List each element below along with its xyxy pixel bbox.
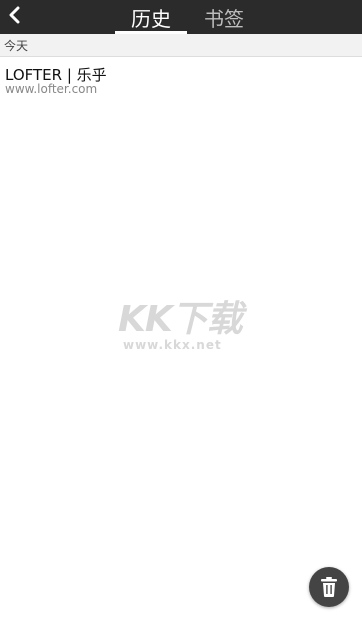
section-header-label: 今天	[4, 39, 29, 53]
trash-icon	[321, 577, 337, 597]
tab-bookmarks-label: 书签	[204, 6, 244, 31]
watermark-url: www.kkx.net	[123, 338, 222, 352]
section-header-today: 今天	[0, 34, 362, 57]
list-item[interactable]: LOFTER | 乐乎 www.lofter.com	[0, 57, 362, 101]
tab-history-label: 历史	[131, 6, 171, 31]
clear-history-button[interactable]	[309, 567, 349, 607]
chevron-left-icon	[9, 6, 20, 24]
tab-bookmarks[interactable]: 书签	[191, 0, 257, 34]
back-button[interactable]	[0, 0, 30, 30]
top-bar: 历史 书签	[0, 0, 362, 34]
watermark-logo: KK下载	[118, 299, 243, 340]
history-screen: 历史 书签 今天 LOFTER | 乐乎 www.lofter.com KK下载…	[0, 0, 362, 620]
tab-history[interactable]: 历史	[115, 0, 187, 34]
history-item-url: www.lofter.com	[5, 82, 98, 96]
watermark: KK下载 www.kkx.net	[118, 290, 268, 360]
